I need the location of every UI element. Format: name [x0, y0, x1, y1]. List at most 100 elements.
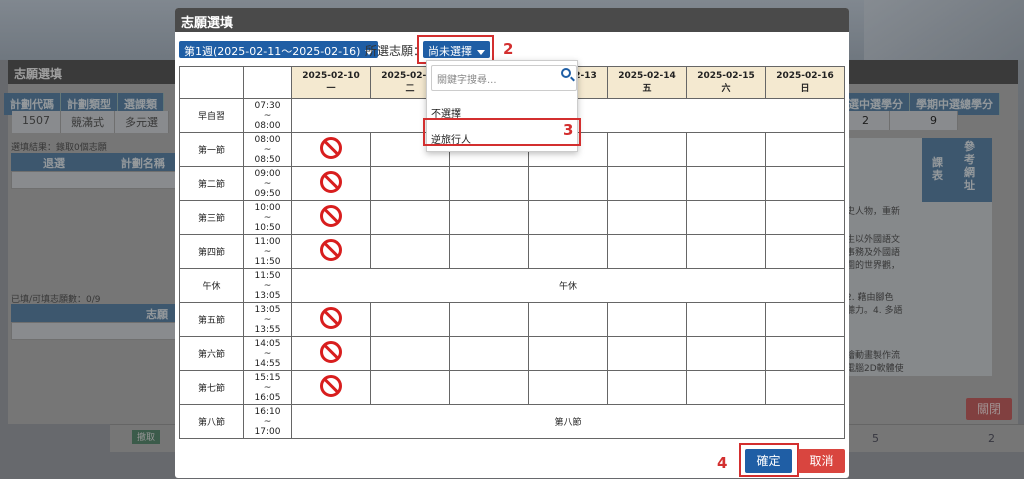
schedule-cell[interactable]: [291, 200, 371, 235]
schedule-cell[interactable]: [370, 166, 450, 201]
schedule-cell[interactable]: [765, 336, 845, 371]
schedule-row: 第三節 10:00 ~10:50: [179, 200, 845, 235]
annotation-2: 2: [503, 40, 514, 58]
period-time: 15:15 ~16:05: [243, 370, 292, 405]
schedule-cell[interactable]: [607, 370, 687, 405]
annotation-4: 4: [717, 454, 728, 472]
day-date: 2025-02-15: [697, 70, 755, 81]
period-time: 14:05 ~14:55: [243, 336, 292, 371]
schedule-cell[interactable]: [528, 166, 608, 201]
day-date: 2025-02-14: [618, 70, 676, 81]
schedule-cell[interactable]: [449, 234, 529, 269]
schedule-cell[interactable]: [686, 132, 766, 167]
period-time: 11:50 ~13:05: [243, 268, 292, 303]
schedule-cell[interactable]: [765, 234, 845, 269]
schedule-cell[interactable]: [291, 302, 371, 337]
schedule-cell[interactable]: [686, 336, 766, 371]
schedule-cell[interactable]: [765, 132, 845, 167]
schedule-cell[interactable]: [370, 302, 450, 337]
schedule-cell[interactable]: [765, 302, 845, 337]
cancel-button[interactable]: 取消: [798, 449, 845, 473]
schedule-cell[interactable]: [291, 166, 371, 201]
schedule-cell[interactable]: [607, 234, 687, 269]
period-name: 第七節: [179, 370, 244, 405]
schedule-cell[interactable]: [449, 166, 529, 201]
schedule-cell[interactable]: [686, 234, 766, 269]
day-header: 2025-02-16 日: [765, 66, 845, 99]
schedule-cell[interactable]: [686, 166, 766, 201]
period-name: 早自習: [179, 98, 244, 133]
schedule-row: 第七節 15:15 ~16:05: [179, 370, 845, 405]
day-header: 2025-02-14 五: [607, 66, 687, 99]
schedule-cell[interactable]: [765, 370, 845, 405]
day-dow: 五: [642, 83, 652, 94]
schedule-cell[interactable]: [528, 302, 608, 337]
schedule-cell[interactable]: [370, 336, 450, 371]
prohibited-icon: [320, 171, 342, 193]
annotation-3: 3: [563, 121, 574, 139]
schedule-cell[interactable]: [291, 132, 371, 167]
corner-cell: [243, 66, 292, 99]
schedule-cell[interactable]: [528, 336, 608, 371]
schedule-cell[interactable]: [449, 302, 529, 337]
day-header: 2025-02-15 六: [686, 66, 766, 99]
period-name: 第一節: [179, 132, 244, 167]
schedule-cell[interactable]: [686, 302, 766, 337]
keyword-search-input[interactable]: 關鍵字搜尋...: [431, 65, 577, 91]
search-icon[interactable]: [561, 68, 571, 78]
period-time: 07:30 ~08:00: [243, 98, 292, 133]
period-name: 第六節: [179, 336, 244, 371]
prohibited-icon: [320, 239, 342, 261]
annotation-box-3: [423, 118, 581, 146]
day-dow: 日: [800, 83, 810, 94]
schedule-row: 第六節 14:05 ~14:55: [179, 336, 845, 371]
schedule-cell[interactable]: [291, 336, 371, 371]
period-name: 第二節: [179, 166, 244, 201]
period-time: 13:05 ~13:55: [243, 302, 292, 337]
schedule-row: 第五節 13:05 ~13:55: [179, 302, 845, 337]
modal-title: 志願選填: [175, 8, 849, 32]
schedule-cell[interactable]: [765, 200, 845, 235]
schedule-row: 午休 11:50 ~13:05 午休: [179, 268, 845, 303]
prohibited-icon: [320, 307, 342, 329]
schedule-cell[interactable]: [607, 336, 687, 371]
day-date: 2025-02-10: [302, 70, 360, 81]
prohibited-icon: [320, 341, 342, 363]
day-dow: 六: [721, 83, 731, 94]
schedule-cell[interactable]: [528, 370, 608, 405]
schedule-cell[interactable]: [449, 370, 529, 405]
schedule-cell[interactable]: [528, 200, 608, 235]
schedule-span-cell: 第八節: [291, 404, 845, 439]
schedule-cell[interactable]: [765, 166, 845, 201]
period-time: 10:00 ~10:50: [243, 200, 292, 235]
period-name: 第八節: [179, 404, 244, 439]
schedule-cell[interactable]: [528, 234, 608, 269]
schedule-cell[interactable]: [607, 132, 687, 167]
day-dow: 一: [326, 83, 336, 94]
period-name: 第五節: [179, 302, 244, 337]
schedule-cell[interactable]: [686, 370, 766, 405]
schedule-cell[interactable]: [370, 200, 450, 235]
confirm-button[interactable]: 確定: [745, 449, 792, 473]
period-name: 第四節: [179, 234, 244, 269]
period-time: 08:00 ~08:50: [243, 132, 292, 167]
period-name: 第三節: [179, 200, 244, 235]
week-select[interactable]: 第1週(2025-02-11～2025-02-16): [179, 41, 379, 58]
schedule-cell[interactable]: [449, 200, 529, 235]
schedule-cell[interactable]: [686, 200, 766, 235]
schedule-cell[interactable]: [449, 336, 529, 371]
schedule-cell[interactable]: [291, 234, 371, 269]
schedule-row: 第四節 11:00 ~11:50: [179, 234, 845, 269]
schedule-cell[interactable]: [370, 234, 450, 269]
schedule-span-cell: 午休: [291, 268, 845, 303]
schedule-cell[interactable]: [607, 200, 687, 235]
schedule-cell[interactable]: [370, 370, 450, 405]
prohibited-icon: [320, 375, 342, 397]
schedule-cell[interactable]: [291, 370, 371, 405]
prohibited-icon: [320, 205, 342, 227]
period-name: 午休: [179, 268, 244, 303]
preference-modal: 志願選填 第1週(2025-02-11～2025-02-16) 所選志願： 尚未…: [175, 8, 849, 478]
period-time: 16:10 ~17:00: [243, 404, 292, 439]
schedule-cell[interactable]: [607, 302, 687, 337]
schedule-cell[interactable]: [607, 166, 687, 201]
